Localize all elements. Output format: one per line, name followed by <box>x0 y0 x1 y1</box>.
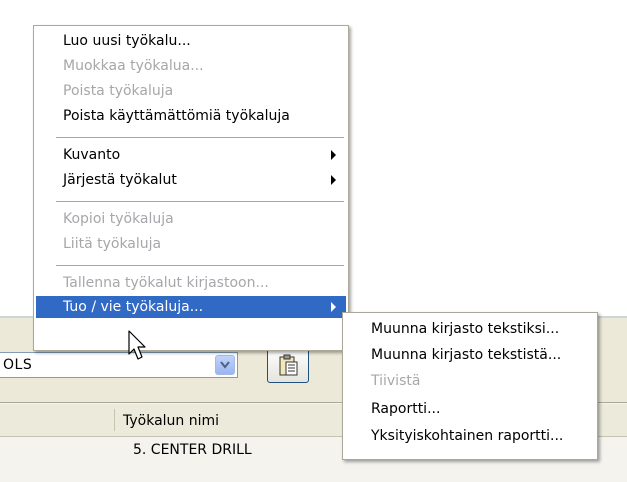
column-separator[interactable] <box>114 409 115 431</box>
menu-item-label: Poista työkaluja <box>63 83 174 99</box>
menu-item-import-export-tools[interactable]: Tuo / vie työkaluja... <box>36 296 346 318</box>
chevron-down-icon[interactable] <box>215 355 235 375</box>
menu-item-copy-tools[interactable]: Kopioi työkaluja <box>36 208 346 230</box>
menu-item-label: Tiivistä <box>371 373 421 389</box>
menu-item-label: Liitä työkaluja <box>63 236 162 252</box>
menu-item-label: Poista käyttämättömiä työkaluja <box>63 108 290 124</box>
mouse-pointer-icon <box>128 330 146 360</box>
chevron-right-icon <box>331 175 336 185</box>
column-header-tool-name[interactable]: Työkalun nimi <box>123 413 219 429</box>
library-combobox[interactable]: OLS <box>0 352 238 378</box>
menu-item-paste-tools[interactable]: Liitä työkaluja <box>36 233 346 255</box>
menu-item-new-tool[interactable]: Luo uusi työkalu... <box>36 30 346 52</box>
submenu-item-library-from-text[interactable]: Muunna kirjasto tekstistä... <box>345 344 595 366</box>
chevron-right-icon <box>331 150 336 160</box>
menu-item-label: Luo uusi työkalu... <box>63 33 191 49</box>
menu-item-label: Muunna kirjasto tekstistä... <box>371 347 562 363</box>
menu-separator <box>56 137 344 138</box>
menu-item-label: Tallenna työkalut kirjastoon... <box>63 275 269 291</box>
menu-item-delete-tools[interactable]: Poista työkaluja <box>36 80 346 102</box>
combobox-value: OLS <box>3 357 33 373</box>
menu-item-label: Tuo / vie työkaluja... <box>63 299 204 315</box>
menu-item-label: Kuvanto <box>63 147 121 163</box>
menu-separator <box>56 265 344 266</box>
menu-item-label: Raportti... <box>371 401 441 417</box>
submenu-item-detailed-report[interactable]: Yksityiskohtainen raportti... <box>345 425 595 447</box>
clipboard-paste-button[interactable] <box>267 347 309 383</box>
menu-item-save-to-library[interactable]: Tallenna työkalut kirjastoon... <box>36 272 346 294</box>
menu-item-edit-tool[interactable]: Muokkaa työkalua... <box>36 55 346 77</box>
submenu-item-report[interactable]: Raportti... <box>345 398 595 420</box>
clipboard-paste-icon <box>279 354 298 376</box>
menu-item-view[interactable]: Kuvanto <box>36 144 346 166</box>
menu-item-label: Muunna kirjasto tekstiksi... <box>371 321 560 337</box>
menu-item-label: Järjestä työkalut <box>63 172 177 188</box>
submenu-item-library-to-text[interactable]: Muunna kirjasto tekstiksi... <box>345 318 595 340</box>
menu-item-label: Muokkaa työkalua... <box>63 58 204 74</box>
submenu-item-compact[interactable]: Tiivistä <box>345 370 595 392</box>
menu-item-label: Kopioi työkaluja <box>63 211 174 227</box>
import-export-submenu: Muunna kirjasto tekstiksi... Muunna kirj… <box>342 312 598 460</box>
menu-item-sort-tools[interactable]: Järjestä työkalut <box>36 169 346 191</box>
chevron-right-icon <box>331 302 336 312</box>
menu-item-delete-unused-tools[interactable]: Poista käyttämättömiä työkaluja <box>36 105 346 127</box>
menu-item-label: Yksityiskohtainen raportti... <box>371 428 564 444</box>
grid-row-cell[interactable]: 5. CENTER DRILL <box>133 442 252 458</box>
window-top-strip <box>0 0 627 21</box>
tool-context-menu: Luo uusi työkalu... Muokkaa työkalua... … <box>33 25 349 351</box>
menu-separator <box>56 201 344 202</box>
